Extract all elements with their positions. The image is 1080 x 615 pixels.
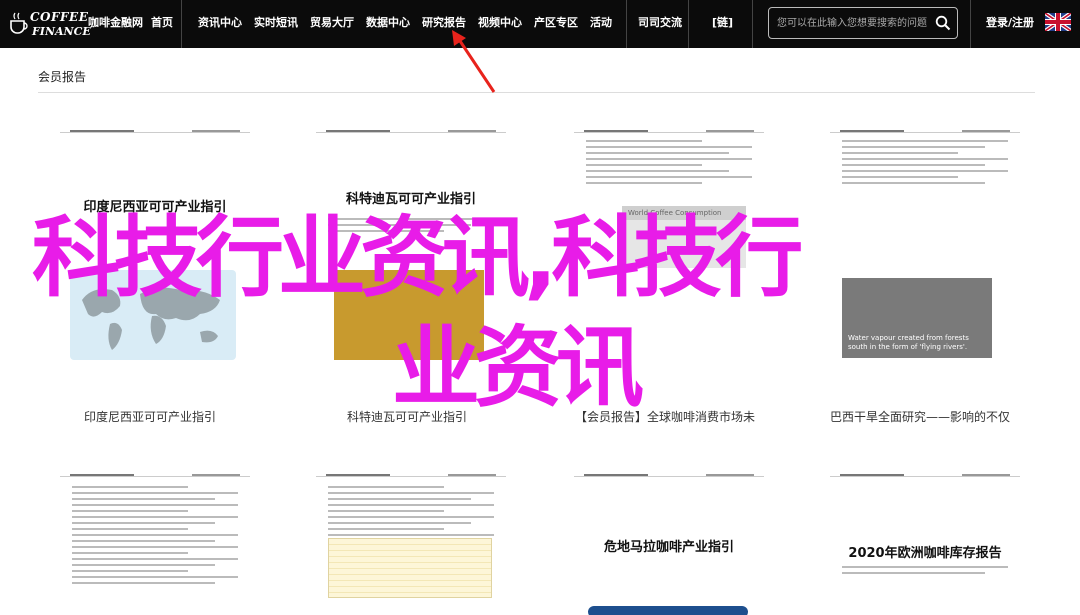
- nav-item-flash-news[interactable]: 实时短讯: [254, 0, 298, 48]
- report-card-row2-1[interactable]: [60, 466, 250, 615]
- section-divider: [38, 92, 1035, 93]
- doc-rule: [60, 476, 250, 477]
- nav-divider: [181, 0, 182, 48]
- nav-item-data-center[interactable]: 数据中心: [366, 0, 410, 48]
- nav-divider: [626, 0, 627, 48]
- nav-item-trade-hall[interactable]: 贸易大厅: [310, 0, 354, 48]
- doc-text-lines: [72, 486, 238, 588]
- photo-caption-line1: Water vapour created from forests: [848, 334, 969, 342]
- card-caption-brazil-drought[interactable]: 巴西干旱全面研究——影响的不仅: [806, 408, 1034, 425]
- overlay-headline-line1: 科技行业资讯,科技行: [32, 206, 803, 309]
- nav-item-coffee-finance[interactable]: 咖啡金融网: [88, 0, 143, 48]
- coffee-finance-logo[interactable]: COFFEE FINANCE: [8, 7, 91, 41]
- nav-item-company-exchange[interactable]: 司司交流: [638, 0, 682, 48]
- doc-text-lines: [586, 140, 752, 188]
- section-title: 会员报告: [38, 70, 87, 84]
- nav-item-chain[interactable]: [链]: [712, 0, 733, 48]
- logo-text-bottom: FINANCE: [32, 25, 91, 38]
- doc-text-lines: [842, 566, 1008, 578]
- doc-rule: [830, 476, 1020, 477]
- nav-item-news-center[interactable]: 资讯中心: [198, 0, 242, 48]
- search-icon[interactable]: [935, 15, 951, 31]
- search-input[interactable]: [777, 8, 933, 38]
- doc-rule: [60, 132, 250, 133]
- doc-title: 科特迪瓦可可产业指引: [345, 192, 476, 207]
- top-nav-bar: COFFEE FINANCE 咖啡金融网 首页 资讯中心 实时短讯 贸易大厅 数…: [0, 0, 1080, 48]
- doc-rule: [574, 132, 764, 133]
- nav-item-origin-zone[interactable]: 产区专区: [534, 0, 578, 48]
- doc-title: 2020年欧洲咖啡库存报告: [848, 546, 1002, 561]
- blue-banner-shape: [588, 606, 748, 615]
- coffee-cup-icon: [10, 12, 28, 34]
- doc-title: 危地马拉咖啡产业指引: [603, 540, 734, 555]
- uk-flag-icon[interactable]: [1045, 13, 1071, 31]
- card-caption-indonesia-cocoa[interactable]: 印度尼西亚可可产业指引: [36, 408, 264, 425]
- overlay-headline-line2: 业资讯: [392, 316, 644, 419]
- search-box: [768, 7, 958, 39]
- photo-caption: Water vapour created from forests south …: [848, 334, 969, 352]
- doc-text-lines: [328, 486, 494, 540]
- nav-divider: [688, 0, 689, 48]
- doc-rule: [316, 132, 506, 133]
- data-table-image: [328, 538, 492, 598]
- report-card-europe-coffee-stock[interactable]: 2020年欧洲咖啡库存报告: [830, 466, 1020, 615]
- report-card-guatemala-coffee[interactable]: 危地马拉咖啡产业指引: [574, 466, 764, 615]
- login-register-link[interactable]: 登录/注册: [986, 0, 1034, 48]
- red-pointer-arrow-icon: [452, 30, 496, 93]
- doc-rule: [830, 132, 1020, 133]
- photo-caption-line2: south in the form of 'flying rivers'.: [848, 343, 968, 351]
- nav-item-home[interactable]: 首页: [151, 0, 173, 48]
- doc-text-lines: [842, 140, 1008, 188]
- doc-rule: [316, 476, 506, 477]
- doc-rule: [574, 476, 764, 477]
- nav-item-events[interactable]: 活动: [590, 0, 612, 48]
- report-card-row2-2[interactable]: [316, 466, 506, 615]
- nav-divider: [970, 0, 971, 48]
- nav-divider: [752, 0, 753, 48]
- logo-text-top: COFFEE: [30, 10, 89, 24]
